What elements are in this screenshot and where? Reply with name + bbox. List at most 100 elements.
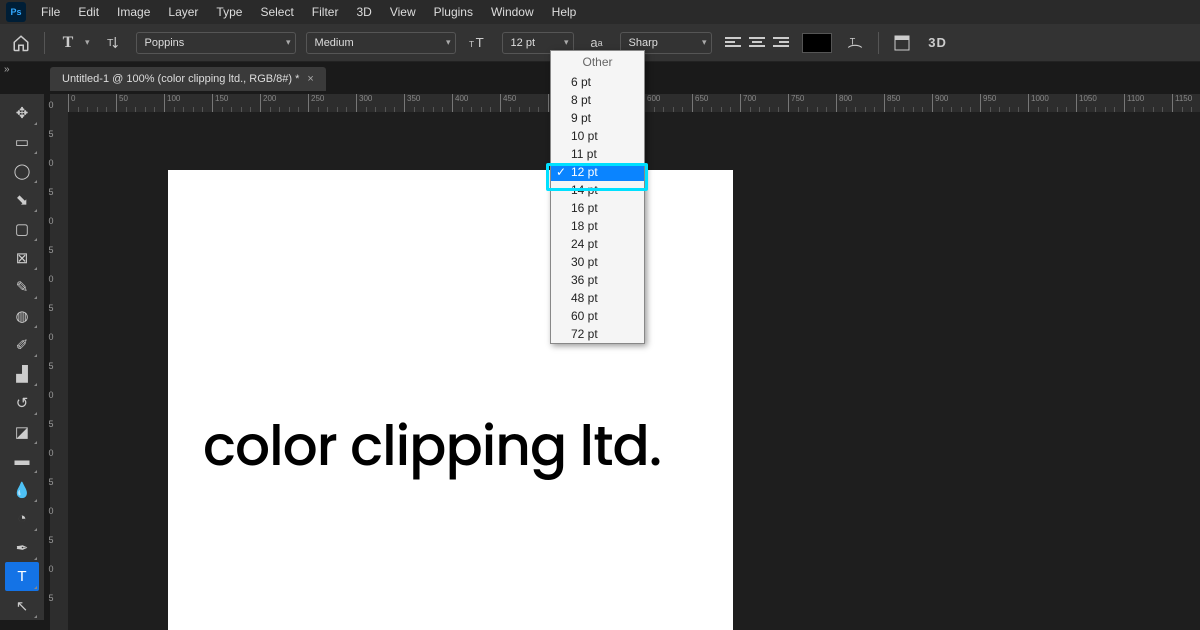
align-center-button[interactable] (746, 32, 768, 54)
ruler-tick: 600 (644, 94, 660, 112)
app-logo-text: Ps (10, 7, 21, 17)
move-tool[interactable]: ✥ (5, 98, 39, 127)
svg-text:T: T (107, 37, 114, 49)
menu-3d[interactable]: 3D (347, 1, 380, 23)
home-icon[interactable] (8, 30, 34, 56)
eyedropper-tool[interactable]: ✎ (5, 272, 39, 301)
menu-edit[interactable]: Edit (69, 1, 108, 23)
ruler-side-num: 0 (44, 100, 58, 110)
frame-tool[interactable]: ⊠ (5, 243, 39, 272)
font-size-option[interactable]: 6 pt (551, 73, 644, 91)
ruler-tick: 350 (404, 94, 420, 112)
menu-window[interactable]: Window (482, 1, 543, 23)
lasso-tool[interactable]: ◯ (5, 156, 39, 185)
font-size-option[interactable]: 30 pt (551, 253, 644, 271)
font-size-option[interactable]: 12 pt (551, 163, 644, 181)
font-size-option[interactable]: 60 pt (551, 307, 644, 325)
brush-tool[interactable]: ✐ (5, 330, 39, 359)
menu-help[interactable]: Help (543, 1, 586, 23)
threeD-label: 3D (928, 35, 947, 50)
font-size-option[interactable]: 8 pt (551, 91, 644, 109)
expand-panels-icon[interactable]: » (4, 64, 10, 75)
font-weight-value: Medium (315, 37, 354, 49)
ruler-tick: 200 (260, 94, 276, 112)
ruler-side-num: 5 (44, 419, 58, 429)
font-size-option[interactable]: 18 pt (551, 217, 644, 235)
chevron-down-icon: ▾ (558, 37, 569, 48)
font-weight-dropdown[interactable]: Medium▾ (306, 32, 456, 54)
dodge-tool[interactable]: ◔ (5, 504, 39, 533)
ruler-tick: 250 (308, 94, 324, 112)
font-size-option[interactable]: 24 pt (551, 235, 644, 253)
menu-filter[interactable]: Filter (303, 1, 348, 23)
ruler-side-num: 0 (44, 274, 58, 284)
ruler-tick: 900 (932, 94, 948, 112)
ruler-side-num: 5 (44, 245, 58, 255)
ruler-tick: 650 (692, 94, 708, 112)
font-size-popup: Other 6 pt8 pt9 pt10 pt11 pt12 pt14 pt16… (550, 50, 645, 344)
font-size-option[interactable]: 14 pt (551, 181, 644, 199)
align-right-button[interactable] (770, 32, 792, 54)
ruler-side-num: 0 (44, 332, 58, 342)
menu-image[interactable]: Image (108, 1, 159, 23)
menu-layer[interactable]: Layer (159, 1, 207, 23)
font-size-option[interactable]: 36 pt (551, 271, 644, 289)
history-brush-tool[interactable]: ↺ (5, 388, 39, 417)
ruler-tick: 150 (212, 94, 228, 112)
menu-file[interactable]: File (32, 1, 69, 23)
font-size-option[interactable]: 11 pt (551, 145, 644, 163)
font-family-value: Poppins (145, 37, 185, 49)
tool-palette: ✥▭◯⬊▢⊠✎◍✐▟↺◪▬💧◔✒T↖ (0, 94, 44, 620)
ruler-side-num: 0 (44, 448, 58, 458)
align-left-button[interactable] (722, 32, 744, 54)
warp-text-icon[interactable]: T (842, 30, 868, 56)
marquee-tool[interactable]: ▭ (5, 127, 39, 156)
chevron-down-icon[interactable]: ▾ (85, 37, 90, 48)
ruler-side-num: 0 (44, 158, 58, 168)
font-size-option[interactable]: 48 pt (551, 289, 644, 307)
ruler-side-num: 5 (44, 303, 58, 313)
ruler-tick: 300 (356, 94, 372, 112)
font-size-option[interactable]: 16 pt (551, 199, 644, 217)
font-size-option[interactable]: 10 pt (551, 127, 644, 145)
stamp-tool[interactable]: ▟ (5, 359, 39, 388)
ruler-side-num: 5 (44, 535, 58, 545)
ruler-tick: 700 (740, 94, 756, 112)
app-logo: Ps (6, 2, 26, 22)
ruler-tick: 0 (68, 94, 75, 112)
eraser-tool[interactable]: ◪ (5, 417, 39, 446)
ruler-side-num: 5 (44, 187, 58, 197)
path-select-tool[interactable]: ↖ (5, 591, 39, 620)
antialias-value: Sharp (629, 37, 658, 49)
text-orientation-icon[interactable]: T (100, 30, 126, 56)
ruler-side-num: 0 (44, 564, 58, 574)
close-icon[interactable]: × (307, 73, 313, 85)
menu-type[interactable]: Type (207, 1, 251, 23)
ruler-tick: 450 (500, 94, 516, 112)
threeD-button[interactable]: 3D (925, 30, 951, 56)
menu-view[interactable]: View (381, 1, 425, 23)
document-tab[interactable]: Untitled-1 @ 100% (color clipping ltd., … (50, 67, 326, 91)
crop-tool[interactable]: ▢ (5, 214, 39, 243)
pen-tool[interactable]: ✒ (5, 533, 39, 562)
ruler-tick: 800 (836, 94, 852, 112)
wand-tool[interactable]: ⬊ (5, 185, 39, 214)
canvas[interactable]: color clipping ltd. (168, 170, 733, 630)
menu-plugins[interactable]: Plugins (425, 1, 482, 23)
document-tab-bar: Untitled-1 @ 100% (color clipping ltd., … (50, 64, 326, 94)
panel-toggle-icon[interactable] (889, 30, 915, 56)
font-size-option[interactable]: 72 pt (551, 325, 644, 343)
type-tool[interactable]: T (5, 562, 39, 591)
ruler-side-num: 5 (44, 129, 58, 139)
font-size-option[interactable]: 9 pt (551, 109, 644, 127)
chevron-down-icon: ▾ (280, 37, 291, 48)
text-color-swatch[interactable] (802, 33, 832, 53)
ruler-side-num: 0 (44, 506, 58, 516)
healing-tool[interactable]: ◍ (5, 301, 39, 330)
blur-tool[interactable]: 💧 (5, 475, 39, 504)
gradient-tool[interactable]: ▬ (5, 446, 39, 475)
font-family-dropdown[interactable]: Poppins ▾ (136, 32, 296, 54)
ruler-tick: 950 (980, 94, 996, 112)
menu-select[interactable]: Select (251, 1, 302, 23)
canvas-text-layer[interactable]: color clipping ltd. (203, 405, 661, 488)
